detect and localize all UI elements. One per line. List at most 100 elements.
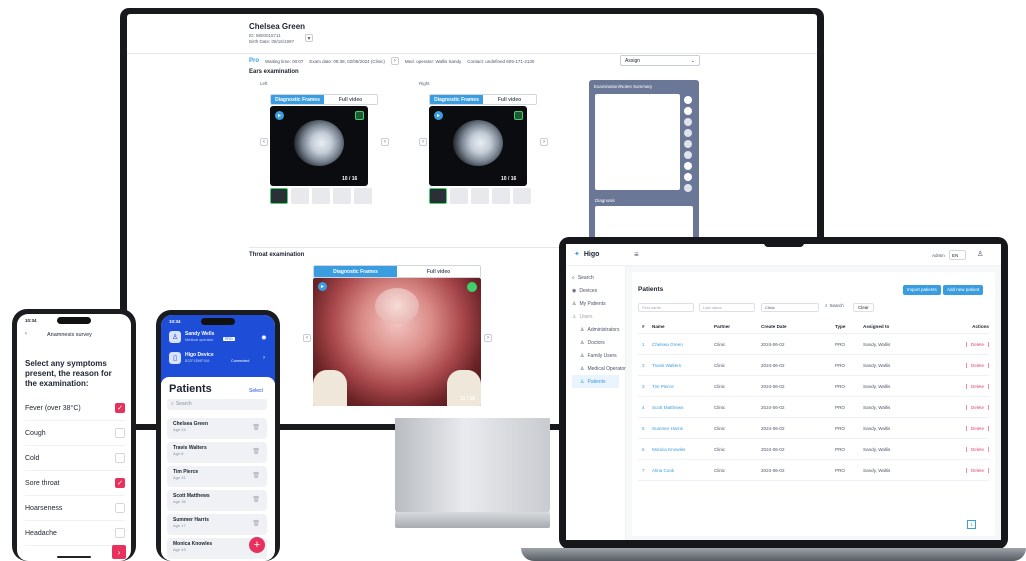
delete-button[interactable]: Delete (965, 383, 989, 389)
patient-card[interactable]: Tim Pierce Age 31 🗑 (167, 466, 267, 487)
clinic-select[interactable]: Clinic (761, 303, 819, 312)
symptom-item[interactable]: Cough (25, 421, 125, 446)
add-patient-fab[interactable]: + (249, 537, 265, 553)
symptom-checkbox[interactable] (115, 428, 125, 438)
tab-diagnostic-frames[interactable]: Diagnostic Frames (430, 95, 483, 104)
gear-icon[interactable]: ✹ (261, 334, 267, 342)
prev-arrow-icon[interactable]: ‹ (260, 138, 268, 146)
patient-name-link[interactable]: Scott Matthews (652, 405, 714, 410)
sidebar-item-my-patients[interactable]: ♙ My Patients (572, 297, 619, 310)
add-patient-button[interactable]: Add new patient (943, 285, 984, 295)
sidebar-item-users[interactable]: ♙ Users (572, 310, 619, 323)
delete-button[interactable]: Delete (965, 467, 989, 473)
first-name-input[interactable]: First name (638, 303, 694, 312)
patient-card[interactable]: Summer Harris Age 17 🗑 (167, 514, 267, 535)
tool-icon[interactable] (684, 184, 692, 192)
next-arrow-icon[interactable]: › (381, 138, 389, 146)
symptom-checkbox[interactable]: ✓ (115, 478, 125, 488)
play-icon[interactable]: ▸ (275, 111, 284, 120)
prev-arrow-icon[interactable]: ‹ (419, 138, 427, 146)
right-thumbnails[interactable] (429, 188, 531, 204)
expand-button[interactable]: ▾ (305, 34, 313, 42)
sidebar-item-doctors[interactable]: ♙ Doctors (572, 336, 619, 349)
table-row[interactable]: 5 Summer Harris Clinic 2024-06-02 PRO Sandy, … (638, 418, 989, 439)
sidebar-item-devices[interactable]: ◉ Devices (572, 284, 619, 297)
tool-icon[interactable] (684, 118, 692, 126)
symptom-item[interactable]: Fever (over 38°C) ✓ (25, 396, 125, 421)
assign-select[interactable]: Assign ⌄ (620, 55, 700, 66)
import-patients-button[interactable]: Import patients (903, 285, 941, 295)
trash-icon[interactable]: 🗑 (252, 520, 260, 527)
search-button[interactable]: ⌕ Search (825, 303, 844, 308)
symptom-item[interactable]: Sore throat ✓ (25, 471, 125, 496)
tool-icon[interactable] (684, 173, 692, 181)
delete-button[interactable]: Delete (965, 341, 989, 347)
patient-card[interactable]: Scott Matthews Age 36 🗑 (167, 490, 267, 511)
sidebar-item-family-users[interactable]: ♙ Family Users (572, 349, 619, 362)
prev-arrow-icon[interactable]: ‹ (303, 334, 311, 342)
diagnosis-textarea[interactable] (595, 206, 693, 240)
patient-name-link[interactable]: Travis Walters (652, 363, 714, 368)
play-icon[interactable]: ▸ (318, 282, 327, 291)
table-row[interactable]: 2 Travis Walters Clinic 2024-06-02 PRO Sandy,… (638, 355, 989, 376)
left-thumbnails[interactable] (270, 188, 372, 204)
patient-name-link[interactable]: Summer Harris (652, 426, 714, 431)
back-icon[interactable]: ‹ (25, 331, 27, 337)
patient-card[interactable]: Travis Walters Age 8 🗑 (167, 442, 267, 463)
table-row[interactable]: 4 Scott Matthews Clinic 2024-06-02 PRO Sandy,… (638, 397, 989, 418)
menu-icon[interactable]: ≡ (634, 250, 639, 259)
sidebar-item-patients[interactable]: ♙ Patients (572, 375, 619, 388)
symptom-checkbox[interactable] (115, 453, 125, 463)
tool-icon[interactable] (684, 162, 692, 170)
patient-name-link[interactable]: Alina Cook (652, 468, 714, 473)
selected-frame-icon[interactable] (514, 111, 523, 120)
patient-card[interactable]: Chelsea Green Age 24 🗑 (167, 418, 267, 439)
patient-name-link[interactable]: Monica Knowles (652, 447, 714, 452)
sidebar-item-administrators[interactable]: ♙ Administrators (572, 323, 619, 336)
next-button[interactable]: › (112, 545, 126, 559)
admin-label[interactable]: Admin (932, 253, 945, 258)
check-icon[interactable] (467, 282, 477, 292)
trash-icon[interactable]: 🗑 (252, 496, 260, 503)
selected-frame-icon[interactable] (355, 111, 364, 120)
clear-button[interactable]: Clear (853, 303, 874, 312)
tool-icon[interactable] (684, 151, 692, 159)
delete-button[interactable]: Delete (965, 425, 989, 431)
table-row[interactable]: 7 Alina Cook Clinic 2024-06-02 PRO Sandy, Wal… (638, 460, 989, 481)
trash-icon[interactable]: 🗑 (252, 424, 260, 431)
delete-button[interactable]: Delete (965, 404, 989, 410)
symptom-checkbox[interactable] (115, 503, 125, 513)
table-row[interactable]: 6 Monica Knowles Clinic 2024-06-02 PRO Sandy,… (638, 439, 989, 460)
symptom-item[interactable]: Headache (25, 521, 125, 546)
delete-button[interactable]: Delete (965, 362, 989, 368)
tool-icon[interactable] (684, 140, 692, 148)
user-icon[interactable]: ♙ (977, 250, 983, 258)
tool-icon[interactable] (684, 96, 692, 104)
tab-diagnostic-frames[interactable]: Diagnostic Frames (271, 95, 324, 104)
table-row[interactable]: 1 Chelsea Green Clinic 2024-06-02 PRO Sandy, … (638, 334, 989, 355)
patient-name-link[interactable]: Tim Pierce (652, 384, 714, 389)
search-input[interactable]: ⌕ Search (167, 399, 267, 410)
tab-full-video[interactable]: Full video (483, 95, 536, 104)
delete-button[interactable]: Delete (965, 446, 989, 452)
chevron-icon[interactable]: › (390, 57, 399, 65)
next-arrow-icon[interactable]: › (540, 138, 548, 146)
symptom-checkbox[interactable] (115, 528, 125, 538)
symptom-checkbox[interactable]: ✓ (115, 403, 125, 413)
next-arrow-icon[interactable]: › (484, 334, 492, 342)
symptom-item[interactable]: Hoarseness (25, 496, 125, 521)
sidebar-item-medical-operators[interactable]: ♙ Medical Operators (572, 362, 628, 375)
tab-diagnostic-frames[interactable]: Diagnostic Frames (314, 266, 397, 277)
trash-icon[interactable]: 🗑 (252, 448, 260, 455)
tab-full-video[interactable]: Full video (397, 266, 480, 277)
notes-textarea[interactable] (595, 94, 680, 190)
patient-name-link[interactable]: Chelsea Green (652, 342, 714, 347)
tool-icon[interactable] (684, 107, 692, 115)
pagination-page[interactable]: 1 (967, 520, 976, 529)
tab-full-video[interactable]: Full video (324, 95, 377, 104)
play-icon[interactable]: ▸ (434, 111, 443, 120)
tool-icon[interactable] (684, 129, 692, 137)
sidebar-item-search[interactable]: ⌕ Search (572, 271, 619, 284)
last-name-input[interactable]: Last name (699, 303, 755, 312)
symptom-item[interactable]: Cold (25, 446, 125, 471)
